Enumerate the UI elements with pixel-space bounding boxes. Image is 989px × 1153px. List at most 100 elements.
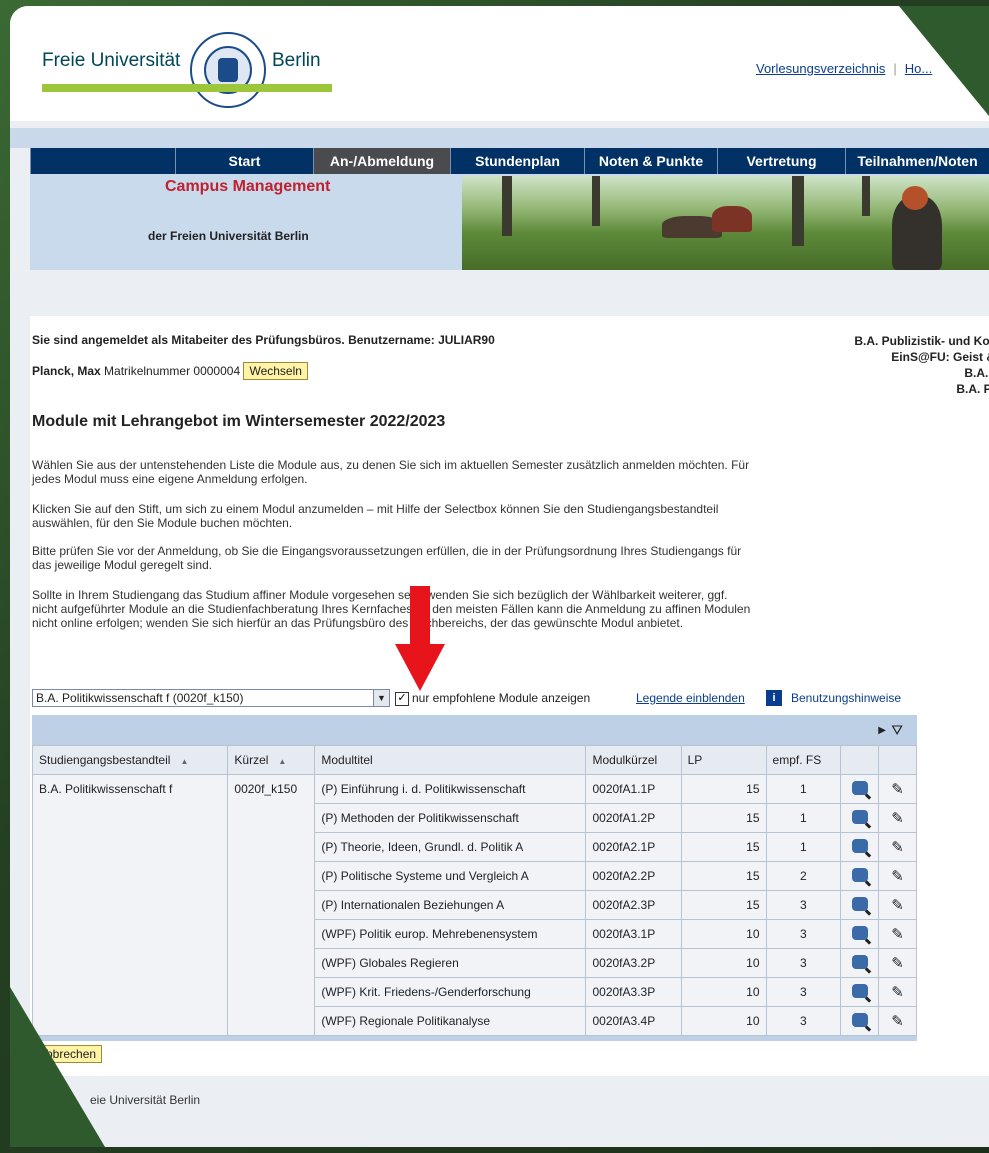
register-pencil-icon[interactable]: ✎ — [891, 780, 904, 798]
nav-item-1[interactable]: Start — [175, 148, 313, 174]
register-pencil-icon[interactable]: ✎ — [891, 983, 904, 1001]
register-pencil-icon[interactable]: ✎ — [891, 925, 904, 943]
view-details-icon[interactable] — [851, 925, 868, 940]
cell-modultitel: (WPF) Krit. Friedens-/Genderforschung — [314, 977, 587, 1007]
register-pencil-icon[interactable]: ✎ — [891, 896, 904, 914]
campus-title: Campus Management — [165, 178, 331, 195]
view-details-icon[interactable] — [851, 809, 868, 824]
student-name: Planck, Max — [32, 364, 101, 378]
program-item: EinS@FU: Geist & Kultu — [891, 350, 989, 364]
cell-empf-fs: 3 — [765, 948, 842, 978]
cell-edit: ✎ — [878, 948, 917, 978]
sort-icon: ▲ — [278, 757, 287, 766]
cell-details — [840, 948, 880, 978]
cell-modultitel: (P) Theorie, Ideen, Grundl. d. Politik A — [314, 832, 587, 862]
register-pencil-icon[interactable]: ✎ — [891, 1012, 904, 1030]
col-bestandteil[interactable]: Studiengangsbestandteil ▲ — [31, 745, 229, 775]
filter-icon[interactable]: ⛛ — [891, 722, 903, 739]
cell-modulkuerzel: 0020fA2.2P — [585, 861, 682, 891]
nav-item-0 — [30, 148, 175, 174]
cell-details — [840, 1006, 880, 1036]
cell-modulkuerzel: 0020fA2.3P — [585, 890, 682, 920]
cell-empf-fs: 3 — [765, 890, 842, 920]
cell-details — [840, 919, 880, 949]
cell-edit: ✎ — [878, 977, 917, 1007]
intro-paragraph-2: Klicken Sie auf den Stift, um sich zu ei… — [32, 502, 719, 530]
cell-lp: 15 — [680, 832, 767, 862]
col-modulkuerzel: Modulkürzel — [585, 745, 682, 775]
campus-subtitle: der Freien Universität Berlin — [148, 229, 309, 243]
program-select[interactable]: B.A. Politikwissenschaft f (0020f_k150) … — [32, 689, 390, 707]
table-row: B.A. Politikwissenschaft f 0020f_k150 (P) … — [31, 774, 917, 1036]
cell-edit: ✎ — [878, 803, 917, 833]
login-status: Sie sind angemeldet als Mitabeiter des P… — [32, 333, 495, 347]
light-band — [10, 128, 989, 148]
cell-details — [840, 774, 880, 804]
view-details-icon[interactable] — [851, 867, 868, 882]
cell-modultitel: (P) Politische Systeme und Vergleich A — [314, 861, 587, 891]
view-details-icon[interactable] — [851, 780, 868, 795]
red-arrow-annotation — [395, 586, 445, 691]
view-details-icon[interactable] — [851, 838, 868, 853]
nav-item-4[interactable]: Noten & Punkte — [584, 148, 717, 174]
register-pencil-icon[interactable]: ✎ — [891, 954, 904, 972]
program-select-value: B.A. Politikwissenschaft f (0020f_k150) — [36, 691, 244, 705]
nav-item-6[interactable]: Teilnahmen/Noten — [845, 148, 989, 174]
program-item: B.A. Publizistik- und Kommuni — [854, 334, 989, 348]
student-info: Planck, Max Matrikelnummer 0000004 Wechs… — [32, 362, 308, 380]
cell-modulkuerzel: 0020fA3.1P — [585, 919, 682, 949]
cell-modultitel: (WPF) Politik europ. Mehrebenensystem — [314, 919, 587, 949]
col-empf-fs: empf. FS — [765, 745, 842, 775]
col-lp: LP — [680, 745, 767, 775]
program-item: B.A. Politikw — [956, 382, 989, 396]
corner-decoration — [10, 987, 105, 1147]
help-link[interactable]: Benutzungshinweise — [791, 691, 901, 705]
intro-paragraph-3: Bitte prüfen Sie vor der Anmeldung, ob S… — [32, 544, 742, 572]
cell-empf-fs: 1 — [765, 774, 842, 804]
show-legend-link[interactable]: Legende einblenden — [636, 691, 745, 705]
view-details-icon[interactable] — [851, 896, 868, 911]
banner-photo — [462, 176, 989, 270]
sort-icon: ▲ — [180, 757, 189, 766]
view-details-icon[interactable] — [851, 954, 868, 969]
nav-item-5[interactable]: Vertretung — [717, 148, 845, 174]
col-edit — [878, 745, 917, 775]
cell-empf-fs: 2 — [765, 861, 842, 891]
cell-details — [840, 890, 880, 920]
view-details-icon[interactable] — [851, 1012, 868, 1027]
cell-empf-fs: 1 — [765, 803, 842, 833]
cell-edit: ✎ — [878, 861, 917, 891]
cell-edit: ✎ — [878, 919, 917, 949]
dropdown-arrow-icon[interactable]: ▼ — [373, 690, 389, 706]
cell-edit: ✎ — [878, 890, 917, 920]
cell-modulkuerzel: 0020fA3.4P — [585, 1006, 682, 1036]
register-pencil-icon[interactable]: ✎ — [891, 838, 904, 856]
cell-lp: 10 — [680, 1006, 767, 1036]
col-details — [840, 745, 880, 775]
cell-lp: 10 — [680, 919, 767, 949]
cell-modultitel: (P) Methoden der Politikwissenschaft — [314, 803, 587, 833]
link-vorlesungsverzeichnis[interactable]: Vorlesungsverzeichnis — [756, 61, 885, 76]
cell-edit: ✎ — [878, 774, 917, 804]
cell-details — [840, 803, 880, 833]
register-pencil-icon[interactable]: ✎ — [891, 867, 904, 885]
cell-empf-fs: 3 — [765, 919, 842, 949]
cell-modultitel: (P) Internationalen Beziehungen A — [314, 890, 587, 920]
info-icon[interactable]: i — [766, 690, 782, 706]
switch-student-button[interactable]: Wechseln — [243, 362, 308, 380]
cell-details — [840, 832, 880, 862]
cell-modulkuerzel: 0020fA2.1P — [585, 832, 682, 862]
cell-details — [840, 977, 880, 1007]
col-kuerzel[interactable]: Kürzel ▲ — [227, 745, 316, 775]
register-pencil-icon[interactable]: ✎ — [891, 809, 904, 827]
module-table-container: ▶ ⛛ Studiengangsbestandteil ▲ Kürzel ▲ Mod… — [31, 715, 917, 1041]
university-seal-icon — [190, 32, 266, 108]
table-header-row: Studiengangsbestandteil ▲ Kürzel ▲ Modulti… — [31, 745, 917, 775]
play-icon[interactable]: ▶ — [878, 725, 886, 736]
footer-text: eie Universität Berlin — [90, 1093, 201, 1107]
nav-item-3[interactable]: Stundenplan — [450, 148, 584, 174]
main-nav: Start An-/Abmeldung Stundenplan Noten & Pun… — [30, 148, 989, 174]
page-heading: Module mit Lehrangebot im Wintersemester… — [32, 413, 446, 430]
nav-item-2[interactable]: An-/Abmeldung — [313, 148, 450, 174]
view-details-icon[interactable] — [851, 983, 868, 998]
